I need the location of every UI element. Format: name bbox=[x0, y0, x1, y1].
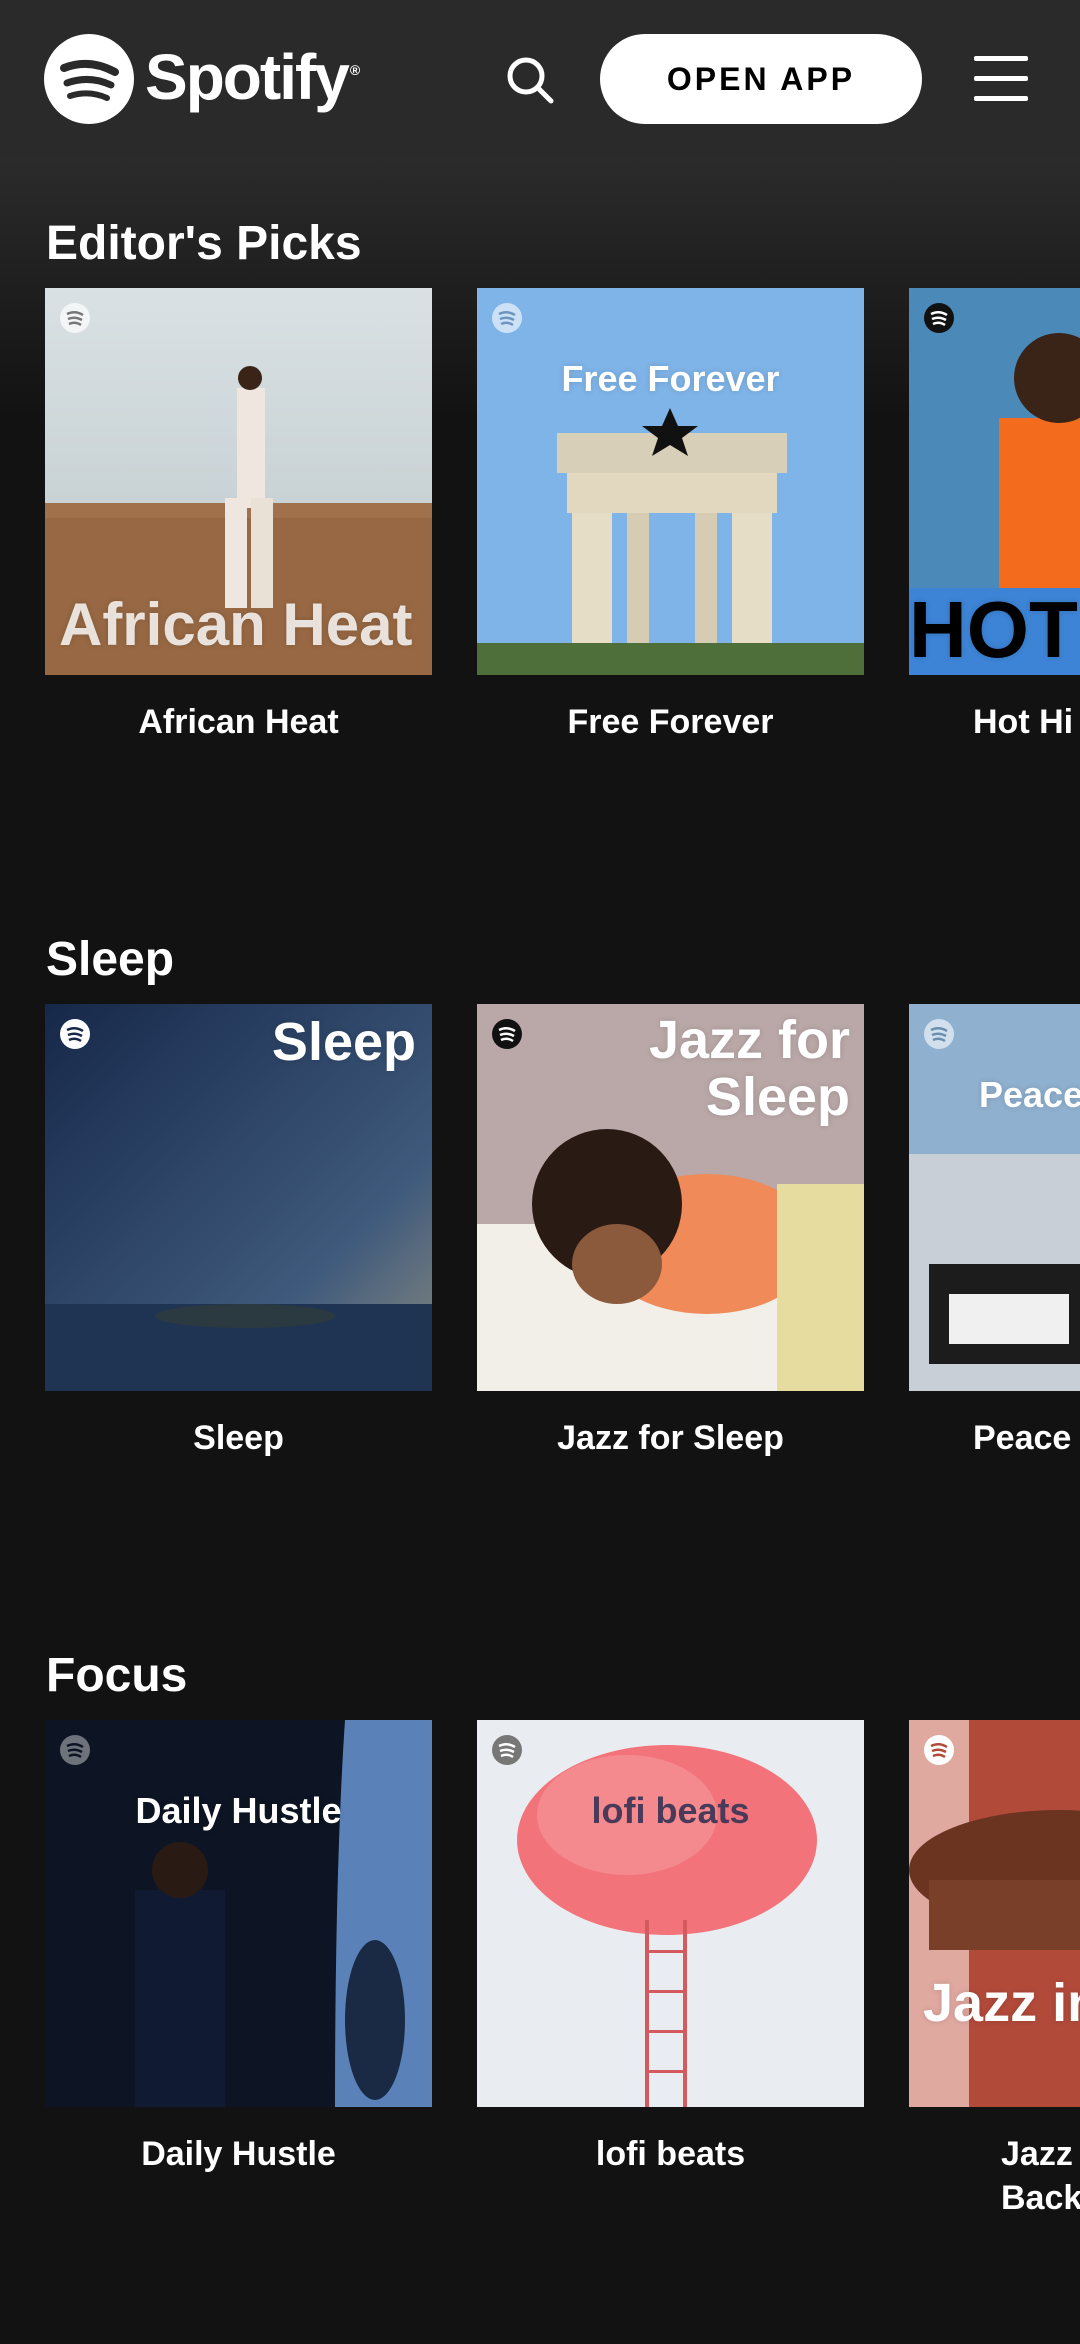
spotify-badge-icon bbox=[492, 1735, 522, 1765]
cover-title: Daily Hustle bbox=[135, 1790, 342, 1831]
playlist-cover[interactable]: lofi beats bbox=[477, 1720, 864, 2107]
playlist-title[interactable]: Hot Hi bbox=[909, 700, 1073, 744]
spotify-badge-icon bbox=[60, 303, 90, 333]
playlist-title[interactable]: African Heat bbox=[45, 700, 432, 744]
cover-title: African Heat bbox=[59, 591, 413, 658]
spotify-badge-icon bbox=[60, 1735, 90, 1765]
section-title[interactable]: Focus bbox=[46, 1648, 187, 1703]
cover-title: Sleep bbox=[271, 1012, 416, 1072]
brand-wordmark[interactable]: Spotify ® bbox=[145, 40, 360, 114]
playlist-cover[interactable]: Jazz in Backg bbox=[909, 1720, 1080, 2107]
cover-title: lofi beats bbox=[591, 1790, 750, 1831]
playlist-title[interactable]: Jazz Back bbox=[909, 2132, 1080, 2220]
cover-title: Peace bbox=[979, 1074, 1080, 1115]
spotify-badge-icon bbox=[924, 1019, 954, 1049]
top-bar: Spotify ® OPEN APP bbox=[0, 0, 1080, 158]
cover-title: Jazz for Sleep bbox=[648, 1010, 850, 1127]
playlist-cover[interactable]: Daily Hustle bbox=[45, 1720, 432, 2107]
playlist-cover[interactable]: Peace bbox=[909, 1004, 1080, 1391]
playlist-title[interactable]: Sleep bbox=[45, 1416, 432, 1460]
card-row[interactable]: Sleep Sleep Jazz for Sleep Jazz for Slee… bbox=[45, 1004, 1080, 1504]
hamburger-menu-icon[interactable] bbox=[974, 54, 1028, 102]
card-row[interactable]: African Heat African Heat Free Forever F… bbox=[45, 288, 1080, 788]
playlist-title[interactable]: lofi beats bbox=[477, 2132, 864, 2176]
spotify-badge-icon bbox=[924, 1735, 954, 1765]
playlist-cover[interactable]: HOT bbox=[909, 288, 1080, 675]
playlist-cover[interactable]: African Heat bbox=[45, 288, 432, 675]
spotify-badge-icon bbox=[492, 303, 522, 333]
spotify-badge-icon bbox=[492, 1019, 522, 1049]
cover-title: Free Forever bbox=[561, 358, 780, 399]
playlist-title[interactable]: Jazz for Sleep bbox=[477, 1416, 864, 1460]
section-title[interactable]: Editor's Picks bbox=[46, 216, 362, 271]
playlist-cover[interactable]: Sleep bbox=[45, 1004, 432, 1391]
cover-title: Jazz in Backg bbox=[923, 1973, 1080, 2033]
playlist-title[interactable]: Daily Hustle bbox=[45, 2132, 432, 2176]
playlist-title[interactable]: Peace bbox=[909, 1416, 1071, 1460]
spotify-badge-icon bbox=[924, 303, 954, 333]
search-icon[interactable] bbox=[504, 54, 556, 106]
playlist-title[interactable]: Free Forever bbox=[477, 700, 864, 744]
section-title[interactable]: Sleep bbox=[46, 932, 174, 987]
spotify-badge-icon bbox=[60, 1019, 90, 1049]
playlist-cover[interactable]: Free Forever bbox=[477, 288, 864, 675]
card-row[interactable]: Daily Hustle Daily Hustle lofi beats lof… bbox=[45, 1720, 1080, 2344]
spotify-logo-icon[interactable] bbox=[44, 34, 134, 124]
cover-title: HOT bbox=[909, 585, 1078, 674]
playlist-cover[interactable]: Jazz for Sleep bbox=[477, 1004, 864, 1391]
open-app-button[interactable]: OPEN APP bbox=[600, 34, 922, 124]
